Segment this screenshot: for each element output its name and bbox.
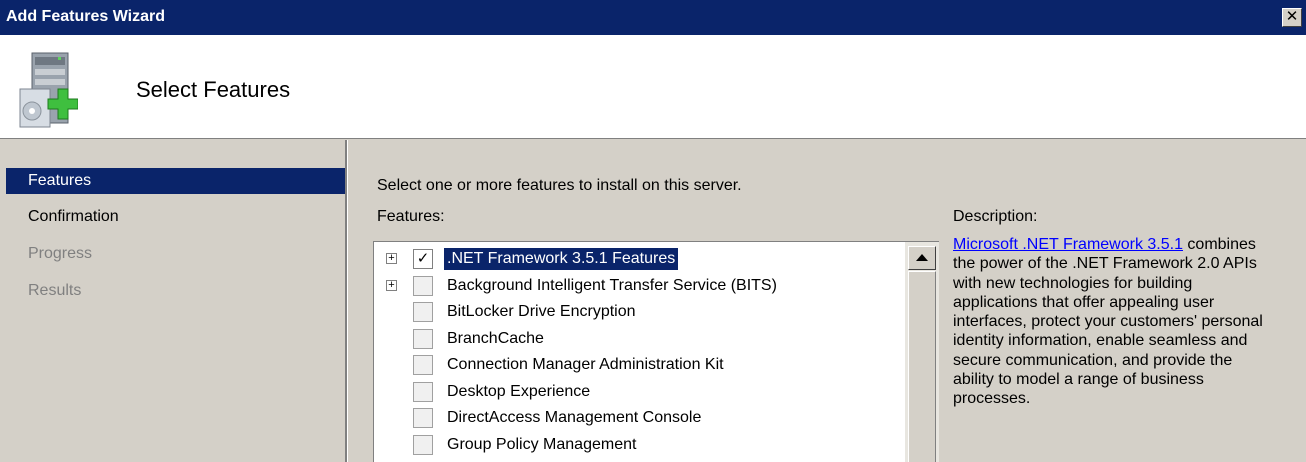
feature-row[interactable]: Connection Manager Administration Kit (374, 352, 904, 378)
feature-checkbox[interactable] (413, 408, 433, 428)
server-add-icon (19, 52, 78, 128)
feature-row[interactable]: Desktop Experience (374, 379, 904, 405)
add-features-wizard-window: Add Features Wizard ✕ Select Features Fe… (0, 0, 1306, 462)
feature-row[interactable]: DirectAccess Management Console (374, 405, 904, 431)
feature-label[interactable]: Group Policy Management (444, 434, 639, 456)
scroll-up-button[interactable] (908, 246, 936, 270)
feature-checkbox[interactable] (413, 302, 433, 322)
feature-checkbox[interactable] (413, 275, 433, 296)
feature-checkbox[interactable] (413, 381, 433, 402)
feature-checkbox[interactable] (413, 328, 433, 349)
feature-label[interactable]: Connection Manager Administration Kit (444, 354, 727, 376)
instruction-text: Select one or more features to install o… (377, 177, 742, 194)
feature-label[interactable]: Desktop Experience (444, 381, 593, 403)
feature-checkbox[interactable] (413, 355, 433, 375)
nav-item-features[interactable]: Features (6, 168, 345, 194)
features-scrollbar[interactable] (905, 242, 939, 462)
window-title: Add Features Wizard (6, 8, 165, 25)
nav-item-label: Progress (28, 245, 93, 262)
nav-item-results: Results (6, 278, 345, 304)
feature-row[interactable]: Group Policy Management (374, 432, 904, 458)
features-label: Features: (377, 208, 445, 225)
feature-description: Microsoft .NET Framework 3.5.1 combines … (953, 235, 1263, 409)
feature-label[interactable]: Background Intelligent Transfer Service … (444, 275, 780, 297)
feature-label[interactable]: .NET Framework 3.5.1 Features (444, 248, 679, 270)
features-tree[interactable]: + ✓ .NET Framework 3.5.1 Features + Backgrou… (373, 241, 939, 462)
nav-item-label: Features (28, 172, 92, 189)
feature-label[interactable]: BitLocker Drive Encryption (444, 301, 639, 323)
close-icon: ✕ (1285, 8, 1299, 25)
feature-row[interactable]: BranchCache (374, 326, 904, 352)
description-label: Description: (953, 208, 1038, 225)
nav-item-confirmation[interactable]: Confirmation (6, 204, 345, 230)
nav-item-progress: Progress (6, 241, 345, 267)
feature-row[interactable]: + Background Intelligent Transfer Service… (374, 273, 904, 299)
feature-checkbox[interactable] (413, 434, 433, 455)
wizard-header: Select Features (0, 35, 1306, 139)
close-button[interactable]: ✕ (1282, 8, 1302, 27)
feature-checkbox[interactable]: ✓ (413, 249, 433, 269)
feature-row[interactable]: BitLocker Drive Encryption (374, 299, 904, 325)
nav-item-label: Results (28, 282, 82, 299)
description-body: combines the power of the .NET Framework… (953, 236, 1263, 408)
title-bar[interactable]: Add Features Wizard ✕ (0, 0, 1306, 35)
feature-info-link[interactable]: Microsoft .NET Framework 3.5.1 (953, 236, 1183, 253)
feature-row[interactable]: + ✓ .NET Framework 3.5.1 Features (374, 246, 904, 272)
wizard-steps-nav: Features Confirmation Progress Results (0, 140, 345, 462)
expand-plus-icon[interactable]: + (386, 279, 397, 291)
page-title: Select Features (136, 77, 291, 102)
feature-label[interactable]: DirectAccess Management Console (444, 407, 704, 429)
feature-label[interactable]: BranchCache (444, 328, 547, 350)
nav-item-label: Confirmation (28, 208, 119, 225)
scroll-thumb[interactable] (908, 271, 936, 462)
main-content: Select one or more features to install o… (348, 140, 1306, 462)
expand-plus-icon[interactable]: + (386, 253, 397, 264)
